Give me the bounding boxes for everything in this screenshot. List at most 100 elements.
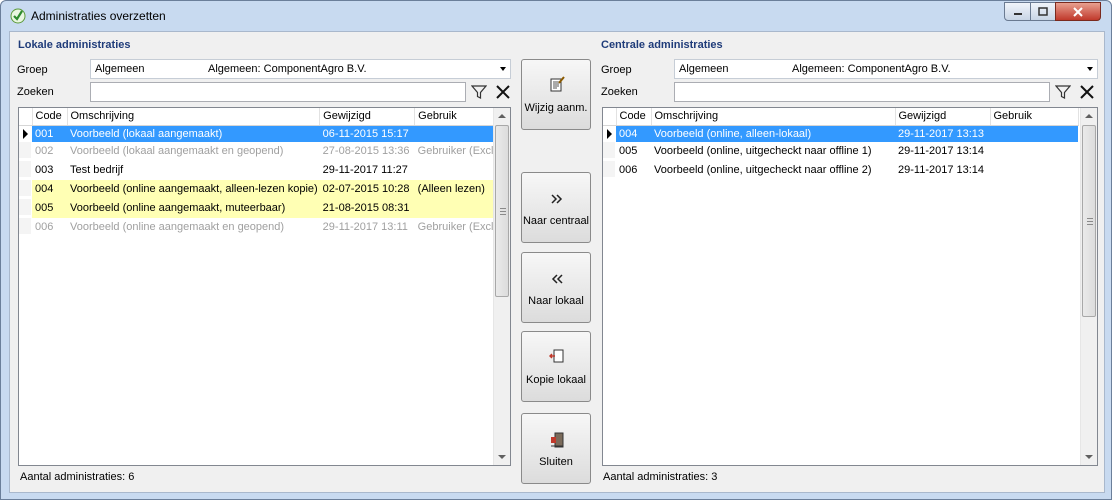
close-icon xyxy=(1073,7,1083,17)
scroll-up-arrow-icon[interactable] xyxy=(498,114,506,118)
scroll-down-arrow-icon[interactable] xyxy=(1085,455,1093,459)
minimize-button[interactable] xyxy=(1004,2,1031,21)
table-row[interactable]: 001 Voorbeeld (lokaal aangemaakt) 06-11-… xyxy=(19,125,503,142)
close-window-button[interactable] xyxy=(1055,2,1101,21)
left-panel-title: Lokale administraties xyxy=(18,39,131,51)
cell-gebruik xyxy=(414,198,503,218)
exit-door-icon xyxy=(551,432,564,448)
scroll-thumb[interactable] xyxy=(495,125,509,297)
row-indicator-header xyxy=(603,108,617,126)
cell-gebruik: (Alleen lezen) xyxy=(414,179,503,199)
cell-omschrijving: Voorbeeld (lokaal aangemaakt en geopend) xyxy=(70,145,284,157)
cell-code: 006 xyxy=(619,164,638,176)
table-row[interactable]: 005 Voorbeeld (online, uitgecheckt naar … xyxy=(603,141,1078,161)
cell-code: 001 xyxy=(32,125,67,142)
cell-code: 002 xyxy=(35,145,54,157)
cell-gewijzigd: 29-11-2017 13:14 xyxy=(898,145,985,157)
row-indicator xyxy=(19,141,32,161)
cell-gebruik xyxy=(990,142,1078,161)
maximize-icon xyxy=(1038,7,1048,16)
cell-gebruik: Gebruiker (Excl.) xyxy=(417,145,501,157)
left-search-input[interactable] xyxy=(90,82,466,102)
table-row[interactable]: 003 Test bedrijf 29-11-2017 11:27 xyxy=(19,160,503,180)
scroll-thumb[interactable] xyxy=(1082,125,1096,317)
filter-icon[interactable] xyxy=(1055,84,1071,100)
dialog-body: Lokale administraties Groep Algemeen Alg… xyxy=(9,31,1105,493)
naar-centraal-button[interactable]: Naar centraal xyxy=(521,172,591,243)
filter-icon[interactable] xyxy=(471,84,487,100)
clear-search-icon[interactable] xyxy=(495,84,511,100)
scroll-up-arrow-icon[interactable] xyxy=(1085,114,1093,118)
left-groep-combobox[interactable]: Algemeen Algemeen: ComponentAgro B.V. xyxy=(90,59,511,79)
column-header-omschrijving[interactable]: Omschrijving xyxy=(651,108,896,126)
cell-gewijzigd: 29-11-2017 13:13 xyxy=(895,125,990,142)
table-row[interactable]: 002 Voorbeeld (lokaal aangemaakt en geop… xyxy=(19,141,503,161)
scroll-down-arrow-icon[interactable] xyxy=(498,455,506,459)
left-zoeken-label: Zoeken xyxy=(17,86,54,98)
cell-gewijzigd: 21-08-2015 08:31 xyxy=(319,198,415,218)
right-groep-combobox[interactable]: Algemeen Algemeen: ComponentAgro B.V. xyxy=(674,59,1098,79)
checkmark-shield-icon xyxy=(10,8,26,24)
left-groep-value: Algemeen xyxy=(95,63,145,75)
right-groep-label: Groep xyxy=(601,64,632,76)
copy-document-icon xyxy=(549,349,564,363)
double-chevron-right-icon xyxy=(551,194,563,204)
cell-omschrijving: Voorbeeld (online, alleen-lokaal) xyxy=(651,125,895,142)
chevron-down-icon xyxy=(500,67,506,71)
cell-code: 004 xyxy=(616,125,651,142)
title-bar[interactable]: Administraties overzetten xyxy=(1,1,1111,31)
column-header-gebruik[interactable]: Gebruik xyxy=(414,108,504,126)
column-header-gebruik[interactable]: Gebruik xyxy=(990,108,1079,126)
right-administrations-grid[interactable]: Code Omschrijving Gewijzigd Gebruik 004 … xyxy=(602,107,1098,466)
column-header-gewijzigd[interactable]: Gewijzigd xyxy=(319,108,416,126)
table-row[interactable]: 006 Voorbeeld (online aangemaakt en geop… xyxy=(19,217,503,237)
table-header-row: Code Omschrijving Gewijzigd Gebruik xyxy=(603,108,1079,126)
right-search-input[interactable] xyxy=(674,82,1050,102)
kopie-lokaal-button[interactable]: Kopie lokaal xyxy=(521,331,591,402)
naar-lokaal-button[interactable]: Naar lokaal xyxy=(521,252,591,323)
cell-omschrijving: Voorbeeld (lokaal aangemaakt) xyxy=(67,125,320,142)
left-groep-label: Groep xyxy=(17,64,48,76)
column-header-omschrijving[interactable]: Omschrijving xyxy=(67,108,321,126)
column-header-code[interactable]: Code xyxy=(616,108,652,126)
cell-omschrijving: Voorbeeld (online aangemaakt, alleen-lez… xyxy=(67,179,320,199)
left-status-count: Aantal administraties: 6 xyxy=(20,471,135,483)
right-groep-value: Algemeen xyxy=(679,63,729,75)
left-groep-description: Algemeen: ComponentAgro B.V. xyxy=(208,63,367,75)
cell-omschrijving: Voorbeeld (online, uitgecheckt naar offl… xyxy=(654,145,872,157)
window-title: Administraties overzetten xyxy=(31,9,166,23)
app-window: Administraties overzetten Lokale adminis… xyxy=(0,0,1112,500)
cell-omschrijving: Voorbeeld (online, uitgecheckt naar offl… xyxy=(654,164,872,176)
wijzig-aanm-label: Wijzig aanm. xyxy=(524,102,588,114)
right-zoeken-label: Zoeken xyxy=(601,86,638,98)
cell-omschrijving: Test bedrijf xyxy=(70,164,124,176)
row-indicator xyxy=(603,160,616,180)
cell-code: 005 xyxy=(619,145,638,157)
minimize-icon xyxy=(1013,13,1022,15)
sluiten-button[interactable]: Sluiten xyxy=(521,413,591,484)
right-groep-description: Algemeen: ComponentAgro B.V. xyxy=(792,63,951,75)
left-administrations-grid[interactable]: Code Omschrijving Gewijzigd Gebruik 001 … xyxy=(18,107,511,466)
table-row[interactable]: 005 Voorbeeld (online aangemaakt, muteer… xyxy=(19,198,503,218)
naar-lokaal-label: Naar lokaal xyxy=(528,295,584,307)
table-row[interactable]: 004 Voorbeeld (online aangemaakt, alleen… xyxy=(19,179,503,199)
right-panel-title: Centrale administraties xyxy=(601,39,723,51)
maximize-button[interactable] xyxy=(1030,2,1056,21)
wijzig-aanm-button[interactable]: Wijzig aanm. xyxy=(521,59,591,130)
table-row[interactable]: 004 Voorbeeld (online, alleen-lokaal) 29… xyxy=(603,125,1078,142)
cell-gewijzigd: 27-08-2015 13:36 xyxy=(322,145,410,157)
kopie-lokaal-label: Kopie lokaal xyxy=(526,374,586,386)
right-grid-scrollbar[interactable] xyxy=(1080,108,1097,465)
column-header-code[interactable]: Code xyxy=(32,108,68,126)
row-indicator xyxy=(19,198,32,218)
cell-code: 004 xyxy=(32,179,67,199)
left-grid-scrollbar[interactable] xyxy=(493,108,510,465)
cell-gebruik xyxy=(415,161,503,180)
double-chevron-left-icon xyxy=(551,274,563,284)
clear-search-icon[interactable] xyxy=(1079,84,1095,100)
cell-gewijzigd: 06-11-2015 15:17 xyxy=(319,125,415,142)
column-header-gewijzigd[interactable]: Gewijzigd xyxy=(895,108,991,126)
cell-code: 005 xyxy=(32,198,67,218)
chevron-down-icon xyxy=(1087,67,1093,71)
table-row[interactable]: 006 Voorbeeld (online, uitgecheckt naar … xyxy=(603,160,1078,180)
